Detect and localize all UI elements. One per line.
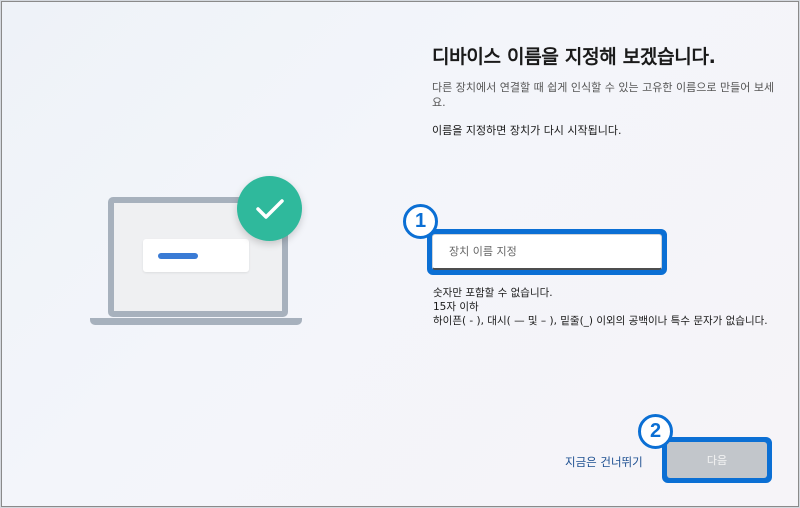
restart-note: 이름을 지정하면 장치가 다시 시작됩니다. xyxy=(432,124,622,137)
next-button[interactable]: 다음 xyxy=(667,442,767,478)
rule-special-chars: 하이픈( - ), 대시( — 및 – ), 밑줄(_) 이외의 공백이나 특수… xyxy=(433,315,768,327)
rule-length: 15자 이하 xyxy=(433,301,479,313)
step-marker-1: 1 xyxy=(403,204,438,239)
device-name-input[interactable] xyxy=(432,234,662,270)
page-description: 다른 장치에서 연결할 때 쉽게 인식할 수 있는 고유한 이름으로 만들어 보… xyxy=(432,81,775,109)
step-marker-2: 2 xyxy=(638,414,673,449)
setup-window: 디바이스 이름을 지정해 보겠습니다. 다른 장치에서 연결할 때 쉽게 인식할… xyxy=(1,1,799,507)
checkmark-badge xyxy=(237,176,302,241)
laptop-name-bar xyxy=(158,253,198,259)
page-title: 디바이스 이름을 지정해 보겠습니다. xyxy=(432,46,716,68)
checkmark-icon xyxy=(255,198,284,219)
rule-digits-only: 숫자만 포함할 수 없습니다. xyxy=(433,287,553,299)
name-rules: 숫자만 포함할 수 없습니다. 15자 이하 하이픈( - ), 대시( — 및… xyxy=(433,286,778,328)
skip-for-now-link[interactable]: 지금은 건너뛰기 xyxy=(565,454,643,470)
laptop-base xyxy=(90,318,302,325)
device-name-input-highlight xyxy=(427,229,667,275)
next-button-highlight: 다음 xyxy=(662,437,772,483)
